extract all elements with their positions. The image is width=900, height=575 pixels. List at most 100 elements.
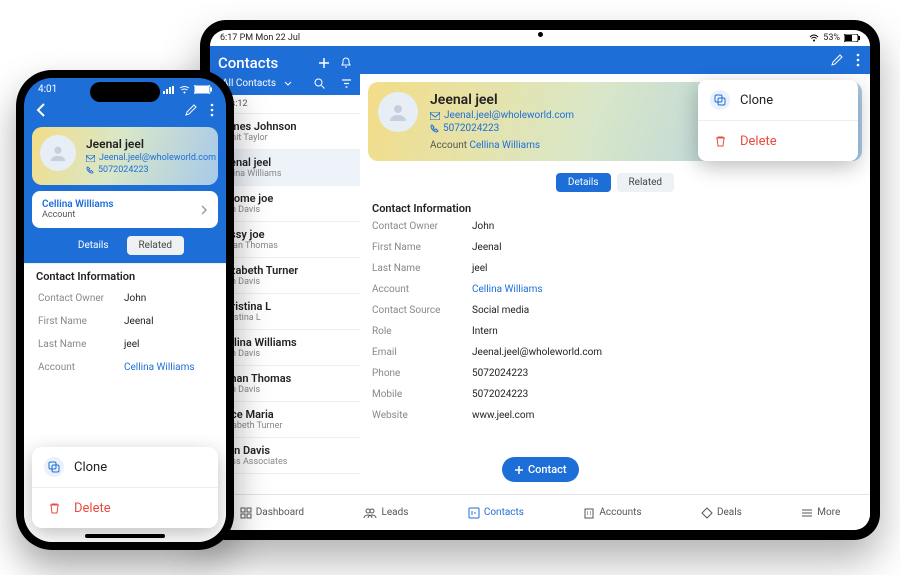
contact-name: Jeenal jeel — [218, 156, 352, 169]
tab-more[interactable]: More — [801, 507, 840, 519]
field-value: 5072024223 — [472, 389, 858, 400]
module-title: Contacts — [218, 54, 278, 72]
info-grid: Contact Owner John First Name Jeenal Last Na… — [24, 289, 226, 377]
field-value: Jeenal.jeel@wholeworld.com — [472, 347, 858, 358]
field-label: Contact Owner — [372, 221, 462, 232]
avatar-icon — [40, 135, 76, 171]
account-link[interactable]: Cellina Williams — [470, 140, 541, 151]
contact-name: Elizabeth Turner — [218, 264, 352, 277]
contact-name: James Johnson — [218, 120, 352, 133]
tab-related[interactable]: Related — [617, 173, 675, 192]
contact-name: Alan Davis — [218, 444, 352, 457]
more-icon[interactable] — [210, 103, 214, 117]
tab-deals[interactable]: Deals — [701, 507, 742, 519]
menu-item-clone[interactable]: Clone — [698, 80, 858, 120]
phone-icon — [86, 166, 94, 174]
tab-contacts[interactable]: Contacts — [468, 507, 524, 519]
contact-name: Alice Maria — [218, 408, 352, 421]
tab-details[interactable]: Details — [66, 236, 121, 255]
field-value: www.jeel.com — [472, 410, 858, 421]
profile-phone[interactable]: 5072024223 — [443, 123, 499, 134]
search-icon[interactable] — [314, 78, 325, 89]
field-label: Mobile — [372, 389, 462, 400]
action-menu: Clone Delete — [698, 80, 858, 161]
field-label: First Name — [38, 316, 114, 327]
field-label: Account — [372, 284, 462, 295]
phone-notch — [90, 82, 160, 102]
contact-sub: Christina L — [218, 313, 352, 323]
profile-email[interactable]: Jeenal.jeel@wholeworld.com — [444, 110, 574, 121]
field-value: Social media — [472, 305, 858, 316]
trash-icon — [710, 131, 730, 151]
tab-dashboard[interactable]: Dashboard — [240, 507, 304, 519]
account-label: Account — [42, 210, 114, 220]
edit-icon[interactable] — [830, 53, 844, 67]
contact-sub: Cellina Williams — [218, 169, 352, 179]
field-value: jeel — [124, 339, 212, 350]
section-title: Contact Information — [360, 196, 870, 221]
contact-sub: Press Associates — [218, 457, 352, 467]
contact-sub: Johan Thomas — [218, 241, 352, 251]
field-value: John — [472, 221, 858, 232]
menu-item-delete[interactable]: Delete — [32, 487, 218, 528]
contact-sub: Alan Davis — [218, 205, 352, 215]
account-card[interactable]: Cellina Williams Account — [32, 191, 218, 228]
tab-details[interactable]: Details — [556, 173, 611, 192]
tab-related[interactable]: Related — [127, 236, 185, 255]
filter-dropdown[interactable]: All Contacts — [222, 78, 276, 89]
contact-name: Jerome joe — [218, 192, 352, 205]
email-icon — [86, 155, 95, 162]
menu-item-delete[interactable]: Delete — [698, 120, 858, 161]
filter-icon[interactable] — [341, 78, 352, 89]
status-battery: 53% — [823, 33, 840, 43]
info-grid: Contact OwnerJohnFirst NameJeenalLast Na… — [360, 221, 870, 421]
action-menu: Clone Delete — [32, 447, 218, 528]
field-value: John — [124, 293, 212, 304]
battery-icon — [194, 85, 212, 94]
clone-icon — [44, 457, 64, 477]
wifi-icon — [179, 86, 190, 94]
tablet-status-bar: 6:17 PM Mon 22 Jul 53% — [210, 30, 870, 46]
back-icon[interactable] — [36, 103, 46, 117]
field-value[interactable]: Cellina Williams — [472, 284, 858, 295]
signal-icon — [163, 86, 175, 94]
email-icon — [430, 112, 440, 120]
profile-card: Jeenal jeel Jeenal.jeel@wholeworld.com 5… — [32, 127, 218, 185]
contact-name: Johan Thomas — [218, 372, 352, 385]
field-label: Contact Source — [372, 305, 462, 316]
field-label: Email — [372, 347, 462, 358]
field-label: Role — [372, 326, 462, 337]
field-value: Jeenal — [124, 316, 212, 327]
field-label: Contact Owner — [38, 293, 114, 304]
contact-sub: Sumit Taylor — [218, 133, 352, 143]
field-value[interactable]: Cellina Williams — [124, 362, 212, 373]
wifi-icon — [809, 34, 819, 42]
field-label: Phone — [372, 368, 462, 379]
home-indicator — [85, 534, 165, 538]
field-value: 5072024223 — [472, 368, 858, 379]
chevron-right-icon — [201, 205, 208, 215]
field-label: Website — [372, 410, 462, 421]
field-label: Last Name — [38, 339, 114, 350]
profile-phone[interactable]: 5072024223 — [98, 165, 149, 175]
tablet-device: 6:17 PM Mon 22 Jul 53% Contacts — [200, 20, 880, 540]
avatar-icon — [378, 92, 418, 132]
tab-leads[interactable]: Leads — [363, 507, 408, 519]
field-value: Jeenal — [472, 242, 858, 253]
phone-device: 4:01 Jeenal jeel — [16, 70, 234, 550]
add-icon[interactable] — [318, 57, 330, 69]
profile-email[interactable]: Jeenal.jeel@wholeworld.com — [99, 153, 216, 163]
chevron-down-icon — [284, 81, 292, 87]
phone-screen: 4:01 Jeenal jeel — [24, 78, 226, 542]
edit-icon[interactable] — [184, 103, 198, 117]
menu-item-clone[interactable]: Clone — [32, 447, 218, 487]
clone-icon — [710, 90, 730, 110]
tab-bar: Dashboard Leads Contacts Accounts Deals … — [210, 494, 870, 530]
battery-icon — [844, 34, 860, 42]
more-icon[interactable] — [856, 53, 860, 67]
tab-accounts[interactable]: Accounts — [583, 507, 641, 519]
tablet-screen: 6:17 PM Mon 22 Jul 53% Contacts — [210, 30, 870, 530]
contact-sub: Elizabeth Turner — [218, 421, 352, 431]
add-contact-button[interactable]: Contact — [502, 457, 579, 482]
bell-icon[interactable] — [340, 57, 352, 69]
